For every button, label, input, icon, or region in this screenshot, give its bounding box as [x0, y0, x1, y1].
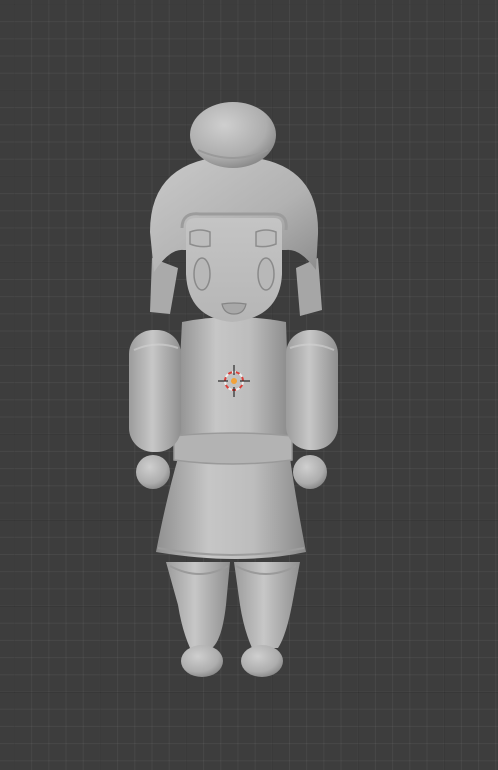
cursor-center	[231, 378, 237, 384]
right-foot	[241, 645, 283, 677]
right-hand	[293, 455, 327, 489]
3d-viewport[interactable]	[0, 0, 498, 770]
left-eye	[193, 257, 211, 291]
right-eyebrow	[255, 229, 277, 248]
legs	[166, 562, 300, 648]
3d-cursor-icon[interactable]	[216, 363, 252, 399]
belt	[173, 432, 293, 465]
left-hand	[136, 455, 170, 489]
right-eye	[257, 257, 275, 291]
hair-right-side	[296, 258, 322, 316]
left-foot	[181, 645, 223, 677]
left-eyebrow	[189, 229, 211, 248]
skirt	[156, 458, 306, 559]
